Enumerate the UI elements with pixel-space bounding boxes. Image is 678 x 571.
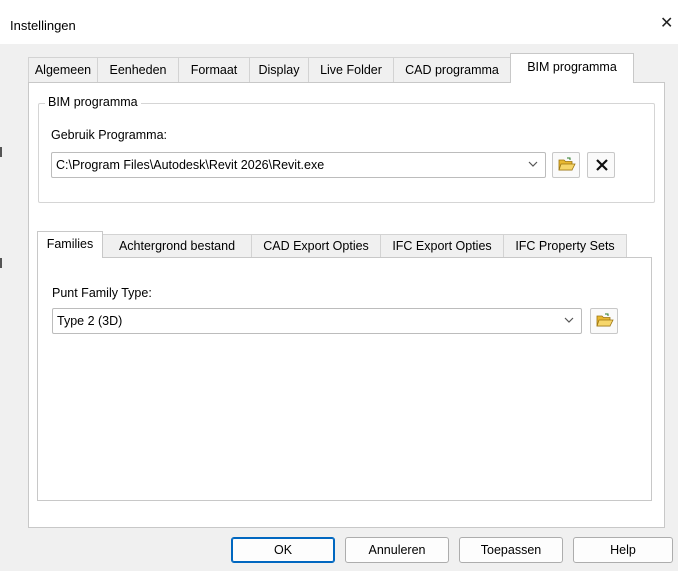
subtab-label: IFC Export Opties [392, 239, 492, 253]
browse-family-button[interactable] [590, 308, 618, 334]
program-path-combobox[interactable]: C:\Program Files\Autodesk\Revit 2026\Rev… [51, 152, 546, 178]
program-path-value: C:\Program Files\Autodesk\Revit 2026\Rev… [56, 158, 325, 172]
subtab-ifc-export-opties[interactable]: IFC Export Opties [380, 234, 504, 258]
apply-button[interactable]: Toepassen [459, 537, 563, 563]
subtab-achtergrond-bestand[interactable]: Achtergrond bestand [102, 234, 252, 258]
program-label: Gebruik Programma: [51, 128, 168, 142]
cancel-button[interactable]: Annuleren [345, 537, 449, 563]
subtab-label: IFC Property Sets [515, 239, 615, 253]
browse-program-button[interactable] [552, 152, 580, 178]
tab-label: Formaat [190, 63, 238, 77]
tab-bim-programma[interactable]: BIM programma [510, 53, 634, 83]
subtab-label: Achtergrond bestand [118, 239, 236, 253]
ok-button[interactable]: OK [231, 537, 335, 563]
families-panel: Punt Family Type: Type 2 (3D) [37, 257, 652, 501]
subtab-label: CAD Export Opties [263, 239, 369, 253]
tab-cad-programma[interactable]: CAD programma [393, 57, 511, 83]
group-title: BIM programma [45, 95, 141, 109]
tab-formaat[interactable]: Formaat [178, 57, 250, 83]
folder-open-icon [596, 313, 614, 327]
tab-live-folder[interactable]: Live Folder [308, 57, 394, 83]
subtab-cad-export-opties[interactable]: CAD Export Opties [251, 234, 381, 258]
tab-label: CAD programma [405, 63, 499, 77]
title-bar: Instellingen ✕ [0, 0, 678, 44]
tab-label: Display [258, 63, 300, 77]
bim-programma-group: BIM programma Gebruik Programma: C:\Prog… [38, 95, 655, 203]
clear-program-button[interactable] [587, 152, 615, 178]
chevron-down-icon [564, 317, 574, 323]
tab-label: Live Folder [320, 63, 382, 77]
tab-label: BIM programma [527, 60, 617, 74]
window-title: Instellingen [10, 18, 76, 33]
tab-eenheden[interactable]: Eenheden [97, 57, 179, 83]
subtab-families[interactable]: Families [37, 231, 103, 258]
punt-family-type-value: Type 2 (3D) [57, 314, 123, 328]
chevron-down-icon [528, 161, 538, 167]
punt-family-type-label: Punt Family Type: [52, 286, 152, 300]
punt-family-type-combobox[interactable]: Type 2 (3D) [52, 308, 582, 334]
close-x-icon [596, 159, 608, 171]
window-edge-mark [0, 147, 2, 157]
tab-label: Eenheden [109, 63, 167, 77]
subtab-label: Families [46, 237, 94, 251]
close-icon[interactable]: ✕ [660, 14, 678, 34]
help-button[interactable]: Help [573, 537, 673, 563]
folder-open-icon [558, 157, 576, 171]
bim-programma-panel: BIM programma Gebruik Programma: C:\Prog… [28, 82, 665, 528]
tab-label: Algemeen [34, 63, 92, 77]
tab-algemeen[interactable]: Algemeen [28, 57, 98, 83]
window-edge-mark [0, 258, 2, 268]
subtab-ifc-property-sets[interactable]: IFC Property Sets [503, 234, 627, 258]
tab-display[interactable]: Display [249, 57, 309, 83]
